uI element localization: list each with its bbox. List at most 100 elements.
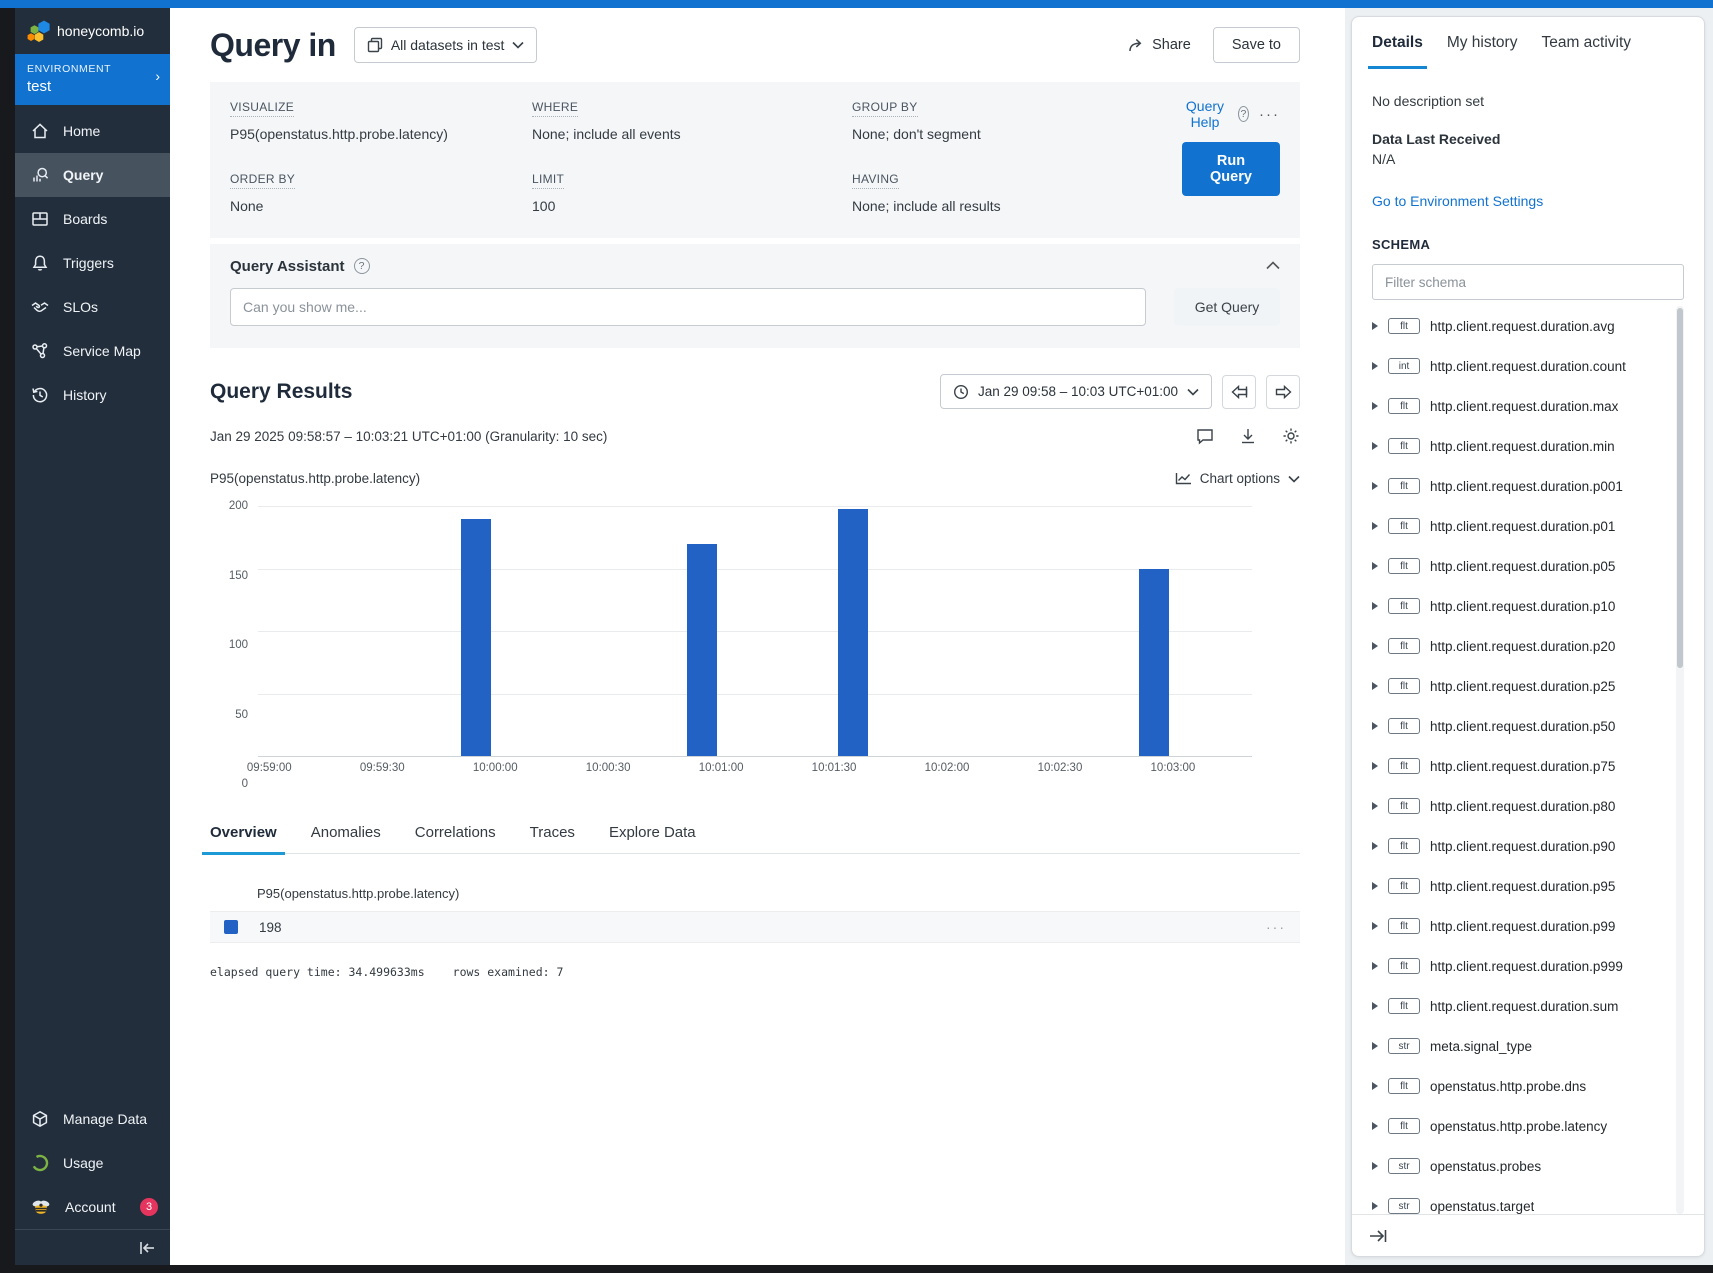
sidebar-item-boards[interactable]: Boards: [15, 197, 170, 241]
schema-field-openstatus.probes[interactable]: stropenstatus.probes: [1372, 1146, 1670, 1186]
visualize-value[interactable]: P95(openstatus.http.probe.latency): [230, 126, 532, 142]
expand-caret-icon[interactable]: [1372, 1002, 1378, 1010]
next-time-window-button[interactable]: [1266, 375, 1300, 409]
download-icon[interactable]: [1240, 428, 1256, 445]
summary-row[interactable]: 198 ···: [210, 911, 1300, 943]
schema-field-openstatus.http.probe.dns[interactable]: fltopenstatus.http.probe.dns: [1372, 1066, 1670, 1106]
chart-plot-area[interactable]: [258, 506, 1252, 756]
more-options-icon[interactable]: ···: [1259, 106, 1280, 123]
builder-field-order-by[interactable]: ORDER BY None: [230, 170, 532, 214]
schema-field-http.client.request.duration.min[interactable]: flthttp.client.request.duration.min: [1372, 426, 1670, 466]
builder-field-limit[interactable]: LIMIT 100: [532, 170, 852, 214]
collapse-panel-button[interactable]: [1266, 257, 1280, 275]
sidebar-item-query[interactable]: Query: [15, 153, 170, 197]
dataset-selector[interactable]: All datasets in test: [354, 27, 538, 63]
sidebar-item-history[interactable]: History: [15, 373, 170, 417]
scrollbar-thumb[interactable]: [1677, 308, 1683, 668]
expand-caret-icon[interactable]: [1372, 1162, 1378, 1170]
sidebar-item-service-map[interactable]: Service Map: [15, 329, 170, 373]
builder-field-group-by[interactable]: GROUP BY None; don't segment: [852, 98, 1182, 142]
expand-caret-icon[interactable]: [1372, 722, 1378, 730]
scrollbar-track[interactable]: [1676, 306, 1684, 1214]
schema-field-http.client.request.duration.p99[interactable]: flthttp.client.request.duration.p99: [1372, 906, 1670, 946]
expand-caret-icon[interactable]: [1372, 402, 1378, 410]
group-by-value[interactable]: None; don't segment: [852, 126, 1182, 142]
comment-icon[interactable]: [1196, 428, 1214, 445]
panel-tab-my-history[interactable]: My history: [1447, 17, 1518, 69]
tab-overview[interactable]: Overview: [210, 824, 277, 853]
tab-anomalies[interactable]: Anomalies: [311, 824, 381, 853]
bar-chart[interactable]: 050100150200 09:59:0009:59:3010:00:0010:…: [210, 506, 1300, 784]
expand-caret-icon[interactable]: [1372, 1202, 1378, 1210]
chart-bar-10:02:50[interactable]: [1139, 569, 1169, 757]
schema-field-meta.signal_type[interactable]: strmeta.signal_type: [1372, 1026, 1670, 1066]
sidebar-item-account[interactable]: Account3: [15, 1185, 170, 1229]
schema-field-http.client.request.duration.p50[interactable]: flthttp.client.request.duration.p50: [1372, 706, 1670, 746]
run-query-button[interactable]: Run Query: [1182, 142, 1280, 196]
schema-field-openstatus.http.probe.latency[interactable]: fltopenstatus.http.probe.latency: [1372, 1106, 1670, 1146]
previous-time-window-button[interactable]: [1222, 375, 1256, 409]
schema-field-openstatus.target[interactable]: stropenstatus.target: [1372, 1186, 1670, 1214]
having-value[interactable]: None; include all results: [852, 198, 1182, 214]
expand-caret-icon[interactable]: [1372, 642, 1378, 650]
schema-field-http.client.request.duration.p25[interactable]: flthttp.client.request.duration.p25: [1372, 666, 1670, 706]
tab-correlations[interactable]: Correlations: [415, 824, 496, 853]
sidebar-collapse-button[interactable]: [15, 1229, 170, 1265]
sidebar-item-manage-data[interactable]: Manage Data: [15, 1097, 170, 1141]
gear-icon[interactable]: [1282, 427, 1300, 445]
expand-caret-icon[interactable]: [1372, 602, 1378, 610]
tab-explore-data[interactable]: Explore Data: [609, 824, 696, 853]
schema-field-http.client.request.duration.p01[interactable]: flthttp.client.request.duration.p01: [1372, 506, 1670, 546]
chart-options-button[interactable]: Chart options: [1175, 471, 1300, 486]
expand-caret-icon[interactable]: [1372, 322, 1378, 330]
schema-field-http.client.request.duration.sum[interactable]: flthttp.client.request.duration.sum: [1372, 986, 1670, 1026]
sidebar-item-triggers[interactable]: Triggers: [15, 241, 170, 285]
schema-field-http.client.request.duration.count[interactable]: inthttp.client.request.duration.count: [1372, 346, 1670, 386]
builder-field-visualize[interactable]: VISUALIZE P95(openstatus.http.probe.late…: [230, 98, 532, 142]
schema-field-http.client.request.duration.max[interactable]: flthttp.client.request.duration.max: [1372, 386, 1670, 426]
get-query-button[interactable]: Get Query: [1174, 288, 1280, 326]
time-range-selector[interactable]: Jan 29 09:58 – 10:03 UTC+01:00: [940, 374, 1212, 409]
expand-caret-icon[interactable]: [1372, 1122, 1378, 1130]
schema-field-http.client.request.duration.p95[interactable]: flthttp.client.request.duration.p95: [1372, 866, 1670, 906]
expand-caret-icon[interactable]: [1372, 922, 1378, 930]
panel-collapse-right-button[interactable]: [1368, 1228, 1388, 1244]
expand-caret-icon[interactable]: [1372, 522, 1378, 530]
order-by-value[interactable]: None: [230, 198, 532, 214]
chart-bar-09:59:50[interactable]: [461, 519, 491, 757]
expand-caret-icon[interactable]: [1372, 362, 1378, 370]
schema-field-http.client.request.duration.p05[interactable]: flthttp.client.request.duration.p05: [1372, 546, 1670, 586]
expand-caret-icon[interactable]: [1372, 482, 1378, 490]
builder-field-having[interactable]: HAVING None; include all results: [852, 170, 1182, 214]
save-to-button[interactable]: Save to: [1213, 27, 1300, 63]
environment-switcher[interactable]: ENVIRONMENT test ›: [15, 54, 170, 105]
share-button[interactable]: Share: [1128, 37, 1191, 53]
limit-value[interactable]: 100: [532, 198, 852, 214]
sidebar-item-home[interactable]: Home: [15, 109, 170, 153]
where-value[interactable]: None; include all events: [532, 126, 852, 142]
honeycomb-logo[interactable]: honeycomb.io: [15, 8, 170, 54]
expand-caret-icon[interactable]: [1372, 802, 1378, 810]
expand-caret-icon[interactable]: [1372, 442, 1378, 450]
chart-bar-10:00:50[interactable]: [687, 544, 717, 757]
schema-field-http.client.request.duration.p001[interactable]: flthttp.client.request.duration.p001: [1372, 466, 1670, 506]
tab-traces[interactable]: Traces: [530, 824, 575, 853]
panel-tab-team-activity[interactable]: Team activity: [1541, 17, 1631, 69]
schema-field-http.client.request.duration.p90[interactable]: flthttp.client.request.duration.p90: [1372, 826, 1670, 866]
query-help-link[interactable]: Query Help: [1182, 98, 1228, 130]
sidebar-item-slos[interactable]: SLOs: [15, 285, 170, 329]
expand-caret-icon[interactable]: [1372, 962, 1378, 970]
expand-caret-icon[interactable]: [1372, 882, 1378, 890]
schema-field-http.client.request.duration.p10[interactable]: flthttp.client.request.duration.p10: [1372, 586, 1670, 626]
expand-caret-icon[interactable]: [1372, 1082, 1378, 1090]
builder-field-where[interactable]: WHERE None; include all events: [532, 98, 852, 142]
sidebar-item-usage[interactable]: Usage: [15, 1141, 170, 1185]
schema-filter-input[interactable]: [1372, 264, 1684, 300]
panel-tab-details[interactable]: Details: [1372, 17, 1423, 69]
schema-field-http.client.request.duration.p20[interactable]: flthttp.client.request.duration.p20: [1372, 626, 1670, 666]
expand-caret-icon[interactable]: [1372, 842, 1378, 850]
expand-caret-icon[interactable]: [1372, 682, 1378, 690]
row-more-options-icon[interactable]: ···: [1266, 919, 1286, 935]
schema-field-http.client.request.duration.p999[interactable]: flthttp.client.request.duration.p999: [1372, 946, 1670, 986]
assistant-help-icon[interactable]: ?: [354, 258, 370, 274]
